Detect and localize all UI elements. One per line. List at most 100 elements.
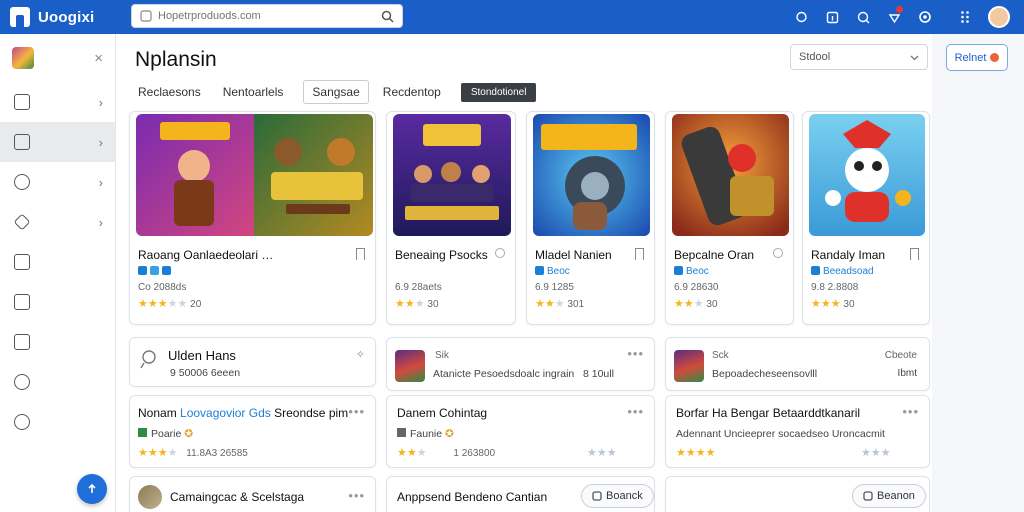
info-icon[interactable]	[819, 4, 845, 30]
help-icon	[14, 414, 30, 430]
star-icon: ★	[880, 447, 891, 459]
item-card[interactable]: Camaingcac & Scelstaga •••	[129, 476, 376, 512]
star-icon: ★	[167, 298, 178, 310]
calendar-icon	[14, 254, 30, 270]
sidebar-item-help[interactable]	[0, 402, 115, 442]
app-logo-icon[interactable]	[10, 7, 30, 27]
sidebar-avatar[interactable]	[12, 47, 34, 69]
star-icon: ★	[554, 298, 565, 310]
item-card[interactable]: Borfar Ha Bengar Betaarddtkanaril ••• Ad…	[665, 395, 930, 468]
sidebar-item-folder[interactable]: ›	[0, 122, 115, 162]
sidebar-item-search[interactable]: ›	[0, 162, 115, 202]
card-action-button[interactable]: Beanon	[852, 484, 926, 508]
card-title: Ulden Hans	[168, 348, 236, 363]
card-subtitle: Atanicte Pesoedsdoalc ingrain	[433, 368, 575, 380]
game-card[interactable]: Raoang Oanlaedeolari … Co 2088ds ★★★★★ 2…	[129, 111, 376, 325]
close-icon[interactable]: ×	[94, 50, 103, 67]
item-card[interactable]: Beanon	[665, 476, 930, 512]
apps-grid-icon[interactable]	[952, 4, 978, 30]
item-card[interactable]: Danem Cohintag ••• Faunie ✪ ★★★ 1 263800…	[386, 395, 655, 468]
search-input[interactable]	[158, 10, 381, 22]
item-card[interactable]: Nonam Loovagovior Gds Sreondse pim ••• P…	[129, 395, 376, 468]
sidebar-item-notes[interactable]	[0, 322, 115, 362]
refresh-icon	[592, 491, 602, 501]
item-thumbnail	[674, 350, 704, 382]
game-title: Raoang Oanlaedeolari …	[138, 248, 274, 262]
bookmark-icon[interactable]	[773, 248, 783, 258]
star-icon: ★	[676, 447, 686, 459]
tab-recommended[interactable]: Reclaesons	[136, 81, 203, 103]
sidebar-item-export[interactable]: ›	[0, 82, 115, 122]
more-options-icon[interactable]: •••	[627, 346, 644, 361]
tab-promotion[interactable]: Stondotionel	[460, 82, 537, 102]
chevron-right-icon: ›	[98, 94, 103, 110]
game-title: Randaly Iman	[811, 248, 886, 262]
more-options-icon[interactable]: •••	[627, 404, 644, 419]
bookmark-icon[interactable]	[495, 248, 505, 258]
more-options-icon[interactable]: •••	[348, 488, 365, 503]
star-icon: ★	[606, 447, 617, 459]
star-icon: ★	[811, 298, 821, 310]
card-action-button[interactable]: Boanck	[581, 484, 654, 508]
star-icon: ★	[587, 447, 597, 459]
game-meta: Co 2088ds	[138, 282, 187, 293]
bookmark-icon[interactable]	[635, 248, 644, 260]
star-icon: ★	[820, 298, 831, 310]
sidebar: × › › › ›	[0, 34, 116, 512]
star-icon: ★	[147, 298, 158, 310]
more-options-icon[interactable]: •••	[348, 404, 365, 419]
search-left-icon	[140, 10, 152, 22]
info-card[interactable]: Sik Atanicte Pesoedsdoalc ingrain 8 10ul…	[386, 337, 655, 391]
rating-count: 30	[843, 299, 855, 310]
card-title: Anppsend Bendeno Cantian	[397, 490, 548, 504]
more-options-icon[interactable]: •••	[902, 404, 919, 419]
game-card[interactable]: Bepcalne Oran Beoc 6.9 28630 ★★★ 30	[665, 111, 794, 325]
game-card[interactable]: Mladel Nanien Beoc 6.9 1285 ★★★ 301	[526, 111, 655, 325]
info-card[interactable]: Ulden Hans 9 50006 6eeen ✧	[129, 337, 376, 387]
search-bar[interactable]	[131, 4, 403, 28]
sidebar-item-tags[interactable]: ›	[0, 202, 115, 242]
sort-dropdown[interactable]: Stdool	[790, 44, 928, 70]
power-icon	[14, 374, 30, 390]
sidebar-header: ×	[0, 34, 115, 82]
card-subtitle: Poarie ✪	[138, 428, 193, 440]
card-subtitle: Faunie ✪	[397, 428, 454, 440]
tab-selected[interactable]: Sangsae	[303, 80, 369, 104]
chat-icon[interactable]	[788, 4, 814, 30]
sidebar-item-calendar[interactable]	[0, 242, 115, 282]
item-card[interactable]: Anppsend Bendeno Cantian Boanck	[386, 476, 655, 512]
search-top-icon[interactable]	[850, 4, 876, 30]
star-icon: ★	[674, 298, 684, 310]
card-rating: ★★★★	[676, 446, 716, 459]
settings-icon[interactable]	[912, 4, 938, 30]
sort-label: Stdool	[799, 51, 831, 63]
card-badge: Sik	[435, 350, 449, 361]
user-avatar[interactable]	[988, 6, 1010, 28]
info-card[interactable]: Sck Bepoadecheseensovlll Cbeote Ibmt	[665, 337, 930, 391]
bookmark-icon[interactable]	[910, 248, 919, 260]
star-icon: ★	[406, 447, 417, 459]
floating-action-button[interactable]	[77, 474, 107, 504]
chevron-right-icon: ›	[98, 174, 103, 190]
magnifier-icon	[14, 174, 30, 190]
game-card[interactable]: Randaly Iman Beeadsoad 9.8 2.8808 ★★★ 30	[802, 111, 930, 325]
star-icon: ★	[157, 298, 168, 310]
search-icon	[140, 350, 156, 369]
tag-icon	[13, 213, 31, 231]
sidebar-item-document[interactable]	[0, 282, 115, 322]
item-thumbnail	[395, 350, 425, 382]
sidebar-item-power[interactable]	[0, 362, 115, 402]
game-card[interactable]: Beneaing Psocks 6.9 28aets ★★★ 30	[386, 111, 516, 325]
tab-new[interactable]: Nentoarlels	[221, 81, 286, 103]
star-icon: ★	[138, 298, 148, 310]
item-avatar	[138, 485, 162, 509]
bookmark-icon[interactable]	[356, 248, 365, 260]
tab-recent[interactable]: Recdentop	[381, 81, 443, 103]
pin-icon[interactable]: ✧	[356, 348, 365, 361]
search-icon[interactable]	[381, 10, 394, 23]
relnet-button[interactable]: Relnet	[946, 44, 1008, 71]
card-title: Danem Cohintag	[397, 406, 488, 420]
notifications-icon[interactable]	[881, 4, 907, 30]
game-title: Mladel Nanien	[535, 248, 612, 262]
star-icon: ★	[596, 447, 607, 459]
